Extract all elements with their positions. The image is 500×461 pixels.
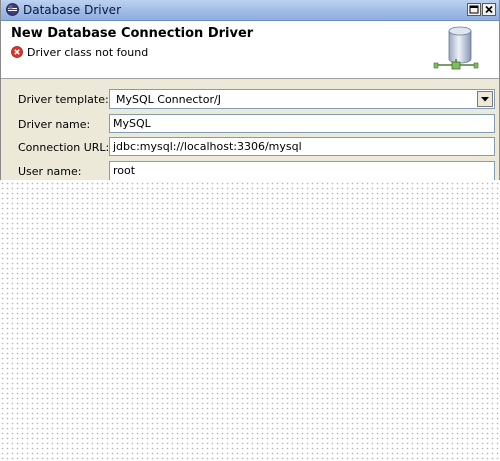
driver-template-label: Driver template: bbox=[18, 93, 109, 106]
status-message: Driver class not found bbox=[11, 46, 148, 60]
user-name-label: User name: bbox=[18, 165, 82, 178]
maximize-button[interactable] bbox=[467, 3, 481, 16]
driver-name-input[interactable]: MySQL bbox=[109, 114, 495, 133]
driver-template-row: Driver template: MySQL Connector/J bbox=[1, 89, 499, 109]
chevron-down-icon bbox=[481, 97, 489, 102]
connection-url-input[interactable]: jdbc:mysql://localhost:3306/mysql bbox=[109, 137, 495, 156]
driver-name-label: Driver name: bbox=[18, 118, 91, 131]
close-icon bbox=[485, 5, 493, 14]
error-icon bbox=[11, 46, 23, 58]
driver-template-select[interactable]: MySQL Connector/J bbox=[109, 89, 495, 109]
user-name-input[interactable]: root bbox=[109, 161, 495, 180]
connection-url-row: Connection URL: jdbc:mysql://localhost:3… bbox=[1, 137, 499, 157]
driver-name-row: Driver name: MySQL bbox=[1, 114, 499, 134]
dialog-window: Database Driver New Database Connection … bbox=[0, 0, 500, 180]
eclipse-icon bbox=[6, 3, 19, 16]
database-icon bbox=[431, 23, 481, 75]
dialog-header: New Database Connection Driver Driver cl… bbox=[1, 21, 499, 79]
window-title: Database Driver bbox=[23, 3, 121, 17]
maximize-icon bbox=[469, 5, 479, 14]
error-message-text: Driver class not found bbox=[27, 46, 149, 59]
close-button[interactable] bbox=[482, 3, 496, 16]
driver-template-value: MySQL Connector/J bbox=[116, 93, 221, 106]
page-title: New Database Connection Driver bbox=[11, 26, 254, 41]
connection-url-label: Connection URL: bbox=[18, 141, 110, 154]
driver-form: Driver template: MySQL Connector/J Drive… bbox=[1, 80, 499, 180]
user-name-row: User name: root bbox=[1, 161, 499, 180]
dropdown-button[interactable] bbox=[477, 91, 493, 107]
title-bar[interactable]: Database Driver bbox=[1, 0, 499, 21]
